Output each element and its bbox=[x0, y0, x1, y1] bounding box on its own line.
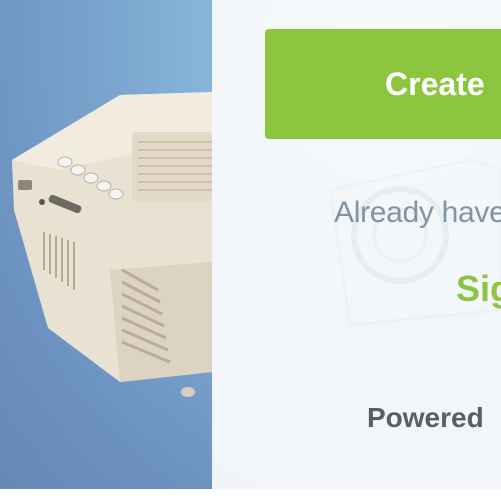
page: Create Already have Sig Powered bbox=[0, 0, 501, 501]
page-bottom-strip bbox=[0, 489, 501, 501]
already-have-account-text: Already have bbox=[334, 196, 501, 229]
sign-in-link[interactable]: Sig bbox=[456, 268, 501, 310]
projector-illustration bbox=[12, 92, 212, 397]
create-account-button[interactable]: Create bbox=[265, 29, 501, 139]
powered-by-text: Powered bbox=[367, 402, 484, 433]
